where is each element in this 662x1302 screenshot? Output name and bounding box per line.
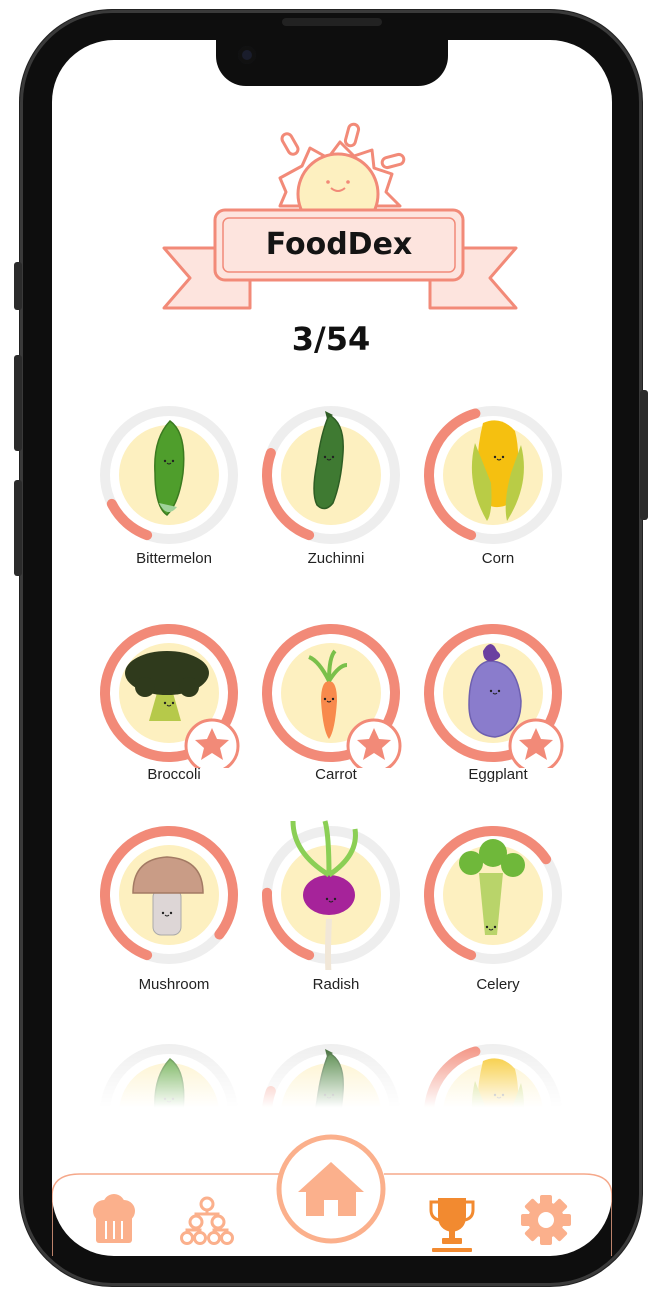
food-name-label: Broccoli bbox=[147, 766, 201, 783]
food-tile-corn[interactable]: Corn bbox=[418, 400, 578, 600]
food-name-label: Mushroom bbox=[138, 976, 210, 993]
scroll-fade bbox=[60, 1040, 600, 1130]
food-tile-broccoli[interactable]: Broccoli bbox=[94, 618, 254, 818]
food-tile-mushroom[interactable]: Mushroom bbox=[94, 820, 254, 1020]
food-tile-celery[interactable]: Celery bbox=[418, 820, 578, 1020]
side-button bbox=[14, 262, 22, 310]
chef-hat-icon[interactable] bbox=[90, 1193, 138, 1245]
food-name-label: Radish bbox=[312, 976, 360, 993]
trophy-icon[interactable] bbox=[428, 1196, 476, 1254]
star-badge-icon bbox=[346, 718, 402, 768]
collection-progress: 3/54 bbox=[291, 320, 371, 358]
food-name-label: Carrot bbox=[315, 766, 357, 783]
power-button bbox=[640, 390, 648, 520]
settings-gear-icon[interactable] bbox=[520, 1194, 572, 1246]
volume-down-button bbox=[14, 480, 22, 576]
skill-tree-icon[interactable] bbox=[180, 1196, 234, 1246]
food-tile-radish[interactable]: Radish bbox=[256, 820, 416, 1020]
star-badge-icon bbox=[184, 718, 240, 768]
food-name-label: Celery bbox=[476, 976, 520, 993]
front-camera bbox=[238, 46, 256, 64]
page-title: FoodDex bbox=[265, 227, 413, 262]
volume-up-button bbox=[14, 355, 22, 451]
food-name-label: Zuchinni bbox=[307, 550, 365, 567]
speaker bbox=[282, 18, 382, 26]
food-name-label: Eggplant bbox=[468, 766, 528, 783]
food-name-label: Corn bbox=[481, 550, 515, 567]
food-tile-carrot[interactable]: Carrot bbox=[256, 618, 416, 818]
home-button[interactable] bbox=[276, 1134, 386, 1244]
food-name-label: Bittermelon bbox=[136, 550, 212, 567]
food-tile-zuchinni[interactable]: Zuchinni bbox=[256, 400, 416, 600]
food-tile-bittermelon[interactable]: Bittermelon bbox=[94, 400, 254, 600]
star-badge-icon bbox=[508, 718, 564, 768]
food-tile-eggplant[interactable]: Eggplant bbox=[418, 618, 578, 818]
